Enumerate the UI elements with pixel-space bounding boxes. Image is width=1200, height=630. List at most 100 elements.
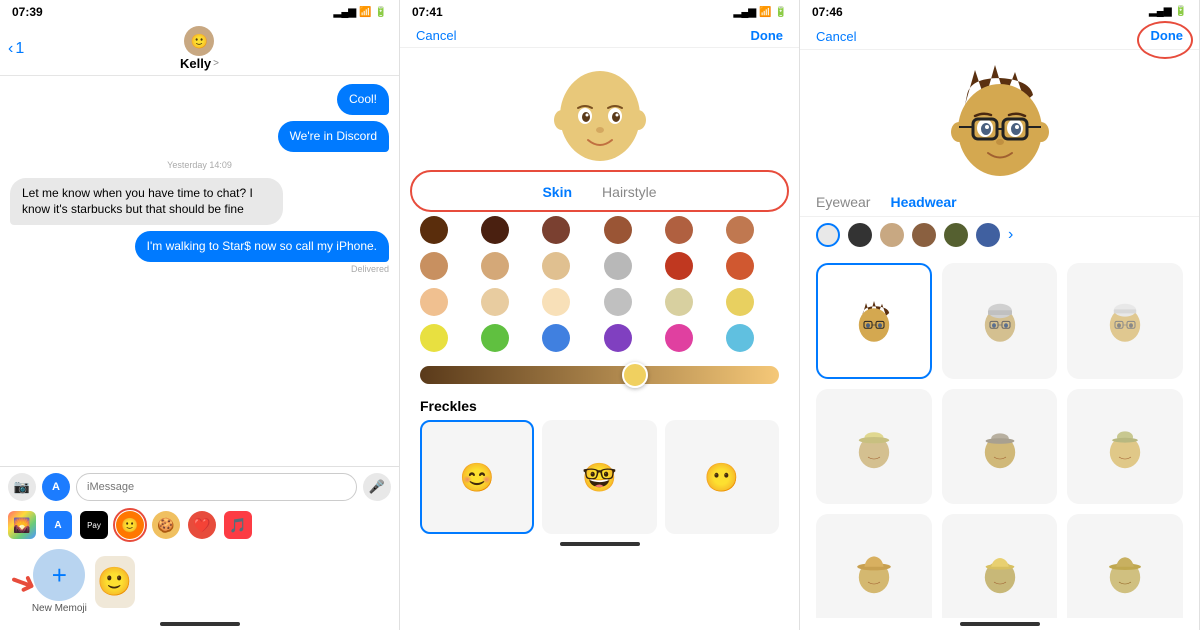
- color-dot[interactable]: [604, 288, 632, 316]
- color-dot[interactable]: [420, 288, 448, 316]
- color-dot[interactable]: [726, 324, 754, 352]
- photos-icon[interactable]: 🌄: [8, 511, 36, 539]
- more-colors-chevron[interactable]: ›: [1008, 226, 1013, 244]
- plus-circle[interactable]: +: [33, 549, 85, 601]
- cancel-button-2[interactable]: Cancel: [416, 28, 456, 43]
- status-icons-1: ▂▄▆ 📶 🔋: [334, 7, 387, 18]
- done-button-3[interactable]: Done: [1151, 28, 1184, 43]
- editor-tabs: Skin Hairstyle: [420, 176, 779, 206]
- color-dot-3[interactable]: [976, 223, 1000, 247]
- color-dot[interactable]: [542, 324, 570, 352]
- tab-hairstyle[interactable]: Hairstyle: [602, 184, 656, 200]
- memoji-preview-2: [400, 48, 799, 176]
- new-memoji-section: ➜ + New Memoji 🙂: [0, 549, 399, 622]
- tab-headwear[interactable]: Headwear: [890, 194, 956, 210]
- done-button-wrapper: Done: [1151, 27, 1184, 45]
- freckle-option[interactable]: 😊: [420, 420, 534, 534]
- appstore-icon[interactable]: A: [44, 511, 72, 539]
- home-indicator-3: [960, 622, 1040, 626]
- battery-icon-3: 🔋: [1175, 6, 1187, 17]
- color-dot[interactable]: [481, 324, 509, 352]
- back-button[interactable]: ‹ 1: [8, 40, 24, 58]
- skin-color-grid: [400, 216, 799, 360]
- status-bar-2: 07:41 ▂▄▆ 📶 🔋: [400, 0, 799, 22]
- color-dot-3[interactable]: [848, 223, 872, 247]
- color-dot-3[interactable]: [880, 223, 904, 247]
- message-row: I'm walking to Star$ now so call my iPho…: [10, 231, 389, 262]
- headwear-item[interactable]: [1067, 514, 1183, 618]
- color-dot[interactable]: [481, 288, 509, 316]
- color-dot[interactable]: [726, 288, 754, 316]
- headwear-item[interactable]: [816, 389, 932, 505]
- color-dot[interactable]: [665, 324, 693, 352]
- memoji-bald-svg: [550, 58, 650, 168]
- color-dot[interactable]: [542, 288, 570, 316]
- music-icon[interactable]: 🎵: [224, 511, 252, 539]
- color-dot[interactable]: [665, 252, 693, 280]
- color-dot[interactable]: [604, 324, 632, 352]
- freckle-option[interactable]: 😶: [665, 420, 779, 534]
- color-dot[interactable]: [726, 216, 754, 244]
- skin-tone-slider-row: [400, 360, 799, 392]
- chevron-left-icon: ‹: [8, 40, 13, 58]
- skin-tone-slider[interactable]: [420, 366, 779, 384]
- tab-skin[interactable]: Skin: [542, 184, 572, 200]
- voice-button[interactable]: 🎤: [363, 473, 391, 501]
- color-dot[interactable]: [481, 216, 509, 244]
- status-bar-3: 07:46 ▂▄▆ 🔋: [800, 0, 1199, 21]
- tab-eyewear[interactable]: Eyewear: [816, 194, 870, 210]
- headwear-item[interactable]: [942, 263, 1058, 379]
- memoji-icon-circled[interactable]: 🙂: [116, 511, 144, 539]
- new-memoji-button[interactable]: + New Memoji: [32, 549, 87, 614]
- headwear-item[interactable]: [1067, 389, 1183, 505]
- color-dot-3[interactable]: [944, 223, 968, 247]
- color-dot-3[interactable]: [816, 223, 840, 247]
- timestamp: Yesterday 14:09: [10, 160, 389, 170]
- slider-thumb[interactable]: [622, 362, 648, 388]
- panel3-tabs: Eyewear Headwear: [800, 188, 1199, 217]
- message-input[interactable]: [76, 473, 357, 501]
- done-button-2[interactable]: Done: [751, 28, 784, 43]
- home-indicator-2: [560, 542, 640, 546]
- contact-chevron: >: [213, 58, 219, 69]
- headwear-item[interactable]: [816, 514, 932, 618]
- color-dot[interactable]: [542, 252, 570, 280]
- freckle-option[interactable]: 🤓: [542, 420, 656, 534]
- headwear-item[interactable]: [816, 263, 932, 379]
- color-dot[interactable]: [665, 216, 693, 244]
- cancel-button-3[interactable]: Cancel: [816, 29, 856, 44]
- color-dots-row: ›: [800, 217, 1199, 255]
- time-3: 07:46: [812, 5, 843, 19]
- bubble-sent: We're in Discord: [278, 121, 389, 152]
- contact-avatar: 🙂: [184, 26, 214, 56]
- editor-header: Cancel Done: [400, 22, 799, 48]
- time-1: 07:39: [12, 5, 43, 19]
- back-count: 1: [15, 40, 24, 58]
- color-dot-3[interactable]: [912, 223, 936, 247]
- bubble-sent: Cool!: [337, 84, 389, 115]
- message-row: Let me know when you have time to chat? …: [10, 178, 389, 226]
- color-dot[interactable]: [420, 252, 448, 280]
- cookie-icon[interactable]: 🍪: [152, 511, 180, 539]
- camera-button[interactable]: 📷: [8, 473, 36, 501]
- headwear-item[interactable]: [1067, 263, 1183, 379]
- wifi-icon: 📶: [359, 7, 371, 18]
- wifi-icon-2: 📶: [759, 7, 771, 18]
- input-row: 📷 A 🎤: [8, 473, 391, 501]
- headwear-item[interactable]: [942, 514, 1058, 618]
- headwear-item[interactable]: [942, 389, 1058, 505]
- color-dot[interactable]: [420, 216, 448, 244]
- appstore-button[interactable]: A: [42, 473, 70, 501]
- home-indicator: [160, 622, 240, 626]
- color-dot[interactable]: [542, 216, 570, 244]
- status-bar-1: 07:39 ▂▄▆ 📶 🔋: [0, 0, 399, 22]
- color-dot[interactable]: [604, 252, 632, 280]
- color-dot[interactable]: [604, 216, 632, 244]
- color-dot[interactable]: [665, 288, 693, 316]
- contact-name: Kelly: [180, 56, 211, 71]
- red-app-icon[interactable]: ❤️: [188, 511, 216, 539]
- applepay-icon[interactable]: Pay: [80, 511, 108, 539]
- color-dot[interactable]: [726, 252, 754, 280]
- color-dot[interactable]: [420, 324, 448, 352]
- color-dot[interactable]: [481, 252, 509, 280]
